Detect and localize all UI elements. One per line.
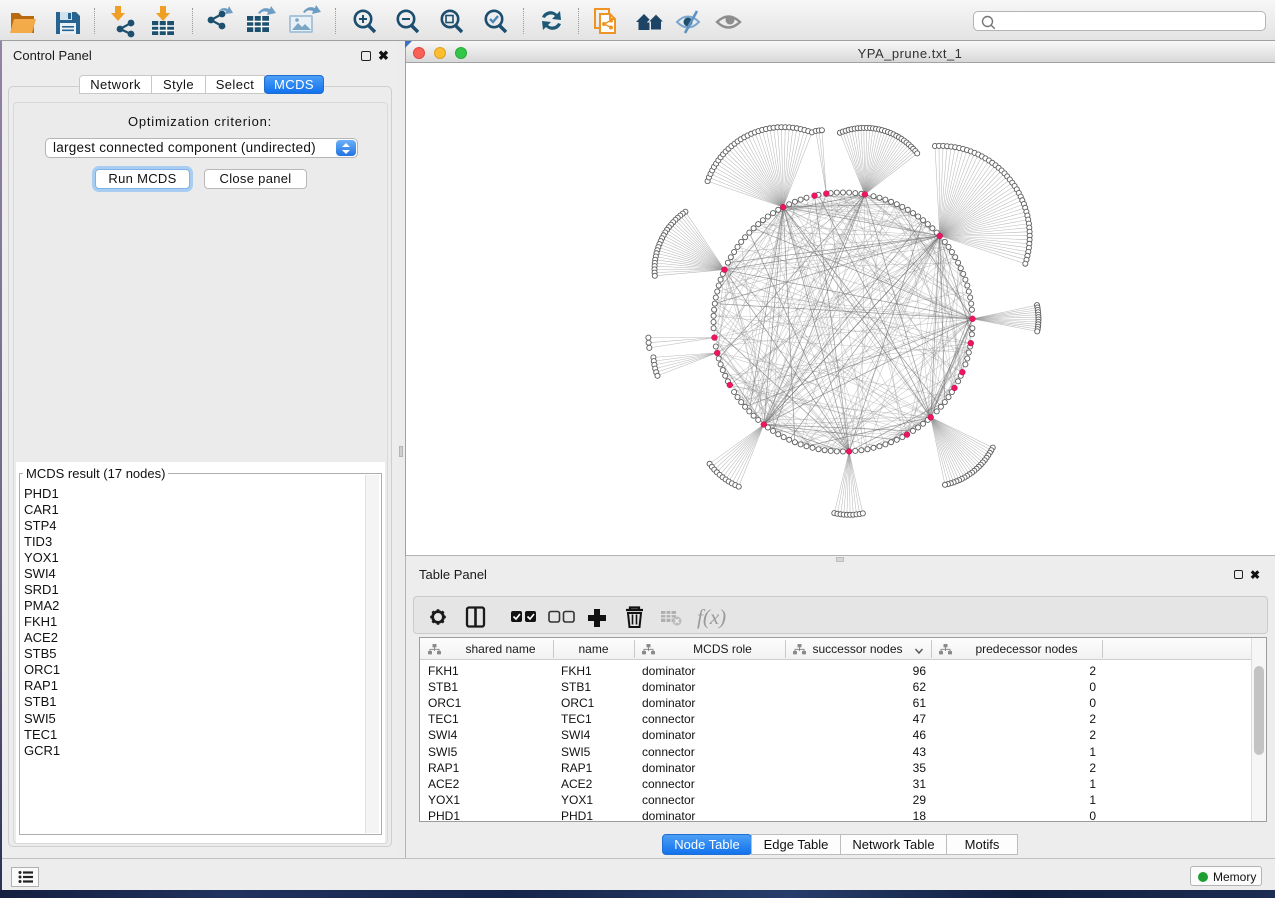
svg-text:f(x): f(x) — [697, 605, 726, 629]
